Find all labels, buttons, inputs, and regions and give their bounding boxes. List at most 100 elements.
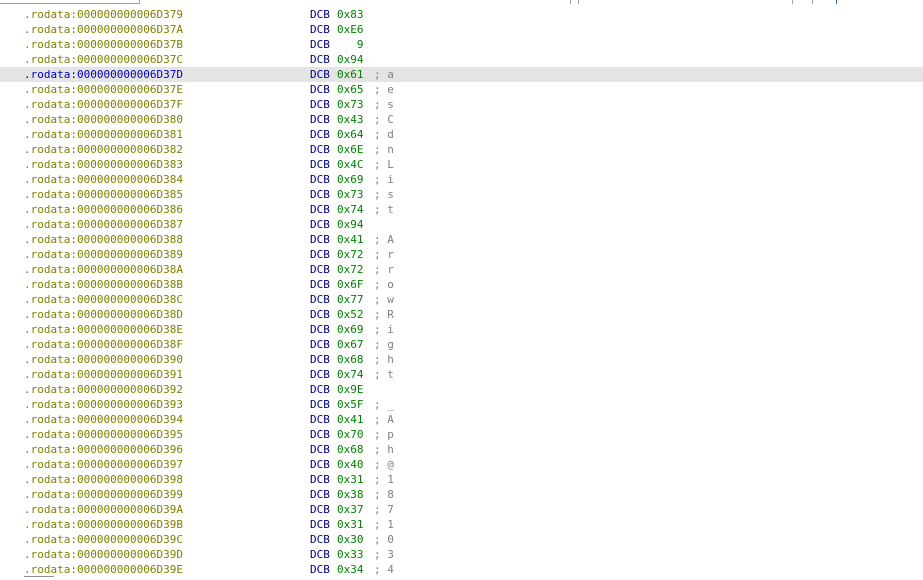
row-operand[interactable]: 0x34 [337,562,364,577]
row-operand[interactable]: 0x33 [337,547,364,562]
listing-row[interactable]: .rodata:000000000006D395 DCB 0x70 ; p [0,427,923,442]
row-mnemonic[interactable]: DCB [310,457,330,472]
row-mnemonic[interactable]: DCB [310,517,330,532]
row-mnemonic[interactable]: DCB [310,472,330,487]
row-mnemonic[interactable]: DCB [310,97,330,112]
row-operand[interactable]: 0x64 [337,127,364,142]
row-mnemonic[interactable]: DCB [310,382,330,397]
row-address[interactable]: .rodata:000000000006D391 [24,367,183,382]
row-mnemonic[interactable]: DCB [310,502,330,517]
row-operand[interactable]: 0x41 [337,232,364,247]
row-operand[interactable]: 0x94 [337,52,364,67]
row-address[interactable]: .rodata:000000000006D392 [24,382,183,397]
listing-row[interactable]: .rodata:000000000006D387 DCB 0x94 [0,217,923,232]
listing-row[interactable]: .rodata:000000000006D397 DCB 0x40 ; @ [0,457,923,472]
row-address[interactable]: .rodata:000000000006D38C [24,292,183,307]
row-address[interactable]: .rodata:000000000006D382 [24,142,183,157]
row-mnemonic[interactable]: DCB [310,532,330,547]
listing-row[interactable]: .rodata:000000000006D39C DCB 0x30 ; 0 [0,532,923,547]
listing-row[interactable]: .rodata:000000000006D394 DCB 0x41 ; A [0,412,923,427]
row-operand[interactable]: 0x77 [337,292,364,307]
listing-row[interactable]: .rodata:000000000006D386 DCB 0x74 ; t [0,202,923,217]
listing-row[interactable]: .rodata:000000000006D389 DCB 0x72 ; r [0,247,923,262]
row-mnemonic[interactable]: DCB [310,547,330,562]
row-address[interactable]: .rodata:000000000006D395 [24,427,183,442]
listing-row[interactable]: .rodata:000000000006D37C DCB 0x94 [0,52,923,67]
row-operand[interactable]: 0x83 [337,7,364,22]
row-operand[interactable]: 0x74 [337,367,364,382]
row-operand[interactable]: 0x41 [337,412,364,427]
listing-row[interactable]: .rodata:000000000006D390 DCB 0x68 ; h [0,352,923,367]
row-address[interactable]: .rodata:000000000006D384 [24,172,183,187]
row-address[interactable]: .rodata:000000000006D37B [24,37,183,52]
row-mnemonic[interactable]: DCB [310,37,330,52]
listing-row[interactable]: .rodata:000000000006D381 DCB 0x64 ; d [0,127,923,142]
row-operand[interactable]: 0x6E [337,142,364,157]
listing-row[interactable]: .rodata:000000000006D39E DCB 0x34 ; 4 [0,562,923,577]
listing-row[interactable]: .rodata:000000000006D385 DCB 0x73 ; s [0,187,923,202]
listing-row[interactable]: .rodata:000000000006D39D DCB 0x33 ; 3 [0,547,923,562]
row-operand[interactable]: 0x30 [337,532,364,547]
row-mnemonic[interactable]: DCB [310,247,330,262]
listing-row[interactable]: .rodata:000000000006D393 DCB 0x5F ; _ [0,397,923,412]
listing-row[interactable]: .rodata:000000000006D388 DCB 0x41 ; A [0,232,923,247]
row-mnemonic[interactable]: DCB [310,442,330,457]
row-mnemonic[interactable]: DCB [310,322,330,337]
listing-row[interactable]: .rodata:000000000006D392 DCB 0x9E [0,382,923,397]
row-address[interactable]: .rodata:000000000006D397 [24,457,183,472]
row-address[interactable]: .rodata:000000000006D383 [24,157,183,172]
listing-row[interactable]: .rodata:000000000006D38B DCB 0x6F ; o [0,277,923,292]
row-mnemonic[interactable]: DCB [310,52,330,67]
listing-row[interactable]: .rodata:000000000006D38D DCB 0x52 ; R [0,307,923,322]
row-mnemonic[interactable]: DCB [310,487,330,502]
row-address[interactable]: .rodata:000000000006D385 [24,187,183,202]
row-address[interactable]: .rodata:000000000006D38E [24,322,183,337]
row-operand[interactable]: 0x4C [337,157,364,172]
row-mnemonic[interactable]: DCB [310,202,330,217]
row-operand[interactable]: 0x69 [337,322,364,337]
row-operand[interactable]: 0x68 [337,352,364,367]
row-address[interactable]: .rodata:000000000006D396 [24,442,183,457]
row-address[interactable]: .rodata:000000000006D39A [24,502,183,517]
row-mnemonic[interactable]: DCB [310,292,330,307]
row-mnemonic[interactable]: DCB [310,352,330,367]
row-operand[interactable]: 0x68 [337,442,364,457]
row-operand[interactable]: 0x52 [337,307,364,322]
row-mnemonic[interactable]: DCB [310,367,330,382]
row-mnemonic[interactable]: DCB [310,127,330,142]
row-operand[interactable]: 9 [337,37,364,52]
listing-row[interactable]: .rodata:000000000006D37A DCB 0xE6 [0,22,923,37]
row-mnemonic[interactable]: DCB [310,397,330,412]
row-operand[interactable]: 0x72 [337,262,364,277]
row-address[interactable]: .rodata:000000000006D388 [24,232,183,247]
row-address[interactable]: .rodata:000000000006D37F [24,97,183,112]
row-mnemonic[interactable]: DCB [310,112,330,127]
row-address[interactable]: .rodata:000000000006D389 [24,247,183,262]
listing-row[interactable]: .rodata:000000000006D37B DCB 9 [0,37,923,52]
row-mnemonic[interactable]: DCB [310,262,330,277]
row-address[interactable]: .rodata:000000000006D39C [24,532,183,547]
row-address[interactable]: .rodata:000000000006D399 [24,487,183,502]
row-operand[interactable]: 0x65 [337,82,364,97]
row-address[interactable]: .rodata:000000000006D379 [24,7,183,22]
row-operand[interactable]: 0x9E [337,382,364,397]
row-address[interactable]: .rodata:000000000006D37D [24,67,183,82]
row-address[interactable]: .rodata:000000000006D387 [24,217,183,232]
disassembly-listing[interactable]: .rodata:000000000006D379 DCB 0x83 .rodata:0… [0,7,923,577]
row-operand[interactable]: 0x69 [337,172,364,187]
listing-row[interactable]: .rodata:000000000006D37F DCB 0x73 ; s [0,97,923,112]
row-operand[interactable]: 0x37 [337,502,364,517]
row-mnemonic[interactable]: DCB [310,217,330,232]
row-address[interactable]: .rodata:000000000006D38A [24,262,183,277]
listing-row[interactable]: .rodata:000000000006D38E DCB 0x69 ; i [0,322,923,337]
row-operand[interactable]: 0x61 [337,67,364,82]
row-operand[interactable]: 0x74 [337,202,364,217]
row-mnemonic[interactable]: DCB [310,232,330,247]
row-mnemonic[interactable]: DCB [310,7,330,22]
row-operand[interactable]: 0x67 [337,337,364,352]
row-address[interactable]: .rodata:000000000006D39B [24,517,183,532]
listing-row[interactable]: .rodata:000000000006D382 DCB 0x6E ; n [0,142,923,157]
row-mnemonic[interactable]: DCB [310,187,330,202]
row-mnemonic[interactable]: DCB [310,67,330,82]
row-operand[interactable]: 0xE6 [337,22,364,37]
